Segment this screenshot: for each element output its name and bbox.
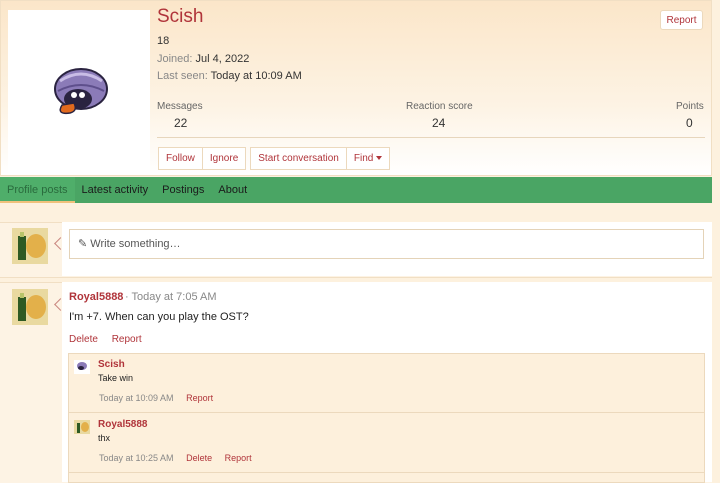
composer-placeholder: Write something…	[90, 238, 181, 250]
joined-value: Jul 4, 2022	[195, 53, 250, 65]
post-time[interactable]: · Today at 7:05 AM	[125, 291, 217, 303]
tab-latest-activity[interactable]: Latest activity	[75, 177, 156, 203]
profile-username: Scish	[157, 6, 204, 27]
find-button[interactable]: Find	[345, 147, 391, 170]
profile-tabs: Profile posts Latest activity Postings A…	[0, 177, 712, 203]
stat-messages-value[interactable]: 22	[174, 116, 187, 130]
profile-avatar[interactable]	[8, 10, 150, 175]
last-seen-label: Last seen:	[157, 70, 208, 82]
start-conversation-button[interactable]: Start conversation	[250, 147, 347, 170]
profile-actions: Follow Ignore Start conversation Find	[158, 147, 391, 170]
stat-points-value[interactable]: 0	[686, 116, 693, 130]
tab-postings[interactable]: Postings	[155, 177, 211, 203]
comment-meta: Today at 10:09 AM Report	[99, 393, 213, 403]
profile-joined: Joined: Jul 4, 2022	[157, 53, 249, 65]
user-avatar[interactable]	[12, 228, 48, 264]
post-text: I'm +7. When can you play the OST?	[69, 311, 249, 323]
tab-profile-posts[interactable]: Profile posts	[0, 177, 75, 203]
comment-item: Scish Take win Today at 10:09 AM Report	[68, 353, 705, 413]
profile-last-seen: Last seen: Today at 10:09 AM	[157, 70, 302, 82]
stat-reaction-value[interactable]: 24	[432, 116, 445, 130]
comment-report-link[interactable]: Report	[225, 453, 252, 463]
comment-author-link[interactable]: Royal5888	[98, 419, 147, 430]
caret-down-icon	[376, 156, 383, 160]
comment-meta: Today at 10:25 AM Delete Report	[99, 453, 252, 463]
tab-about[interactable]: About	[211, 177, 254, 203]
write-something-input[interactable]: ✎ Write something…	[69, 229, 704, 259]
follow-button[interactable]: Follow	[158, 147, 203, 170]
stats-divider	[157, 137, 705, 138]
post-report-link[interactable]: Report	[112, 334, 142, 345]
find-label: Find	[353, 153, 374, 164]
comment-delete-link[interactable]: Delete	[186, 453, 212, 463]
stat-reaction-label: Reaction score	[406, 101, 473, 112]
stat-points-label: Points	[676, 101, 704, 112]
post-delete-link[interactable]: Delete	[69, 334, 98, 345]
stat-messages-label: Messages	[157, 101, 203, 112]
post-author-avatar[interactable]	[12, 289, 48, 325]
comment-avatar[interactable]	[74, 420, 90, 434]
comment-item: Royal5888 thx Today at 10:25 AM Delete R…	[68, 413, 705, 473]
comment-report-link[interactable]: Report	[186, 393, 213, 403]
post-actions: Delete Report	[69, 334, 153, 345]
joined-label: Joined:	[157, 53, 193, 65]
comment-time[interactable]: Today at 10:09 AM	[99, 393, 174, 403]
profile-report-button[interactable]: Report	[660, 10, 703, 30]
last-seen-value[interactable]: Today at 10:09 AM	[211, 70, 302, 82]
profile-age: 18	[157, 35, 170, 47]
comment-author-link[interactable]: Scish	[98, 359, 125, 370]
post-author-link[interactable]: Royal5888	[69, 291, 123, 303]
comment-text: Take win	[98, 373, 134, 383]
comment-text: thx	[98, 433, 111, 443]
ignore-button[interactable]: Ignore	[201, 147, 247, 170]
comment-time[interactable]: Today at 10:25 AM	[99, 453, 174, 463]
shellder-icon	[54, 68, 108, 115]
comment-avatar[interactable]	[74, 360, 90, 374]
pencil-icon: ✎	[78, 238, 88, 250]
